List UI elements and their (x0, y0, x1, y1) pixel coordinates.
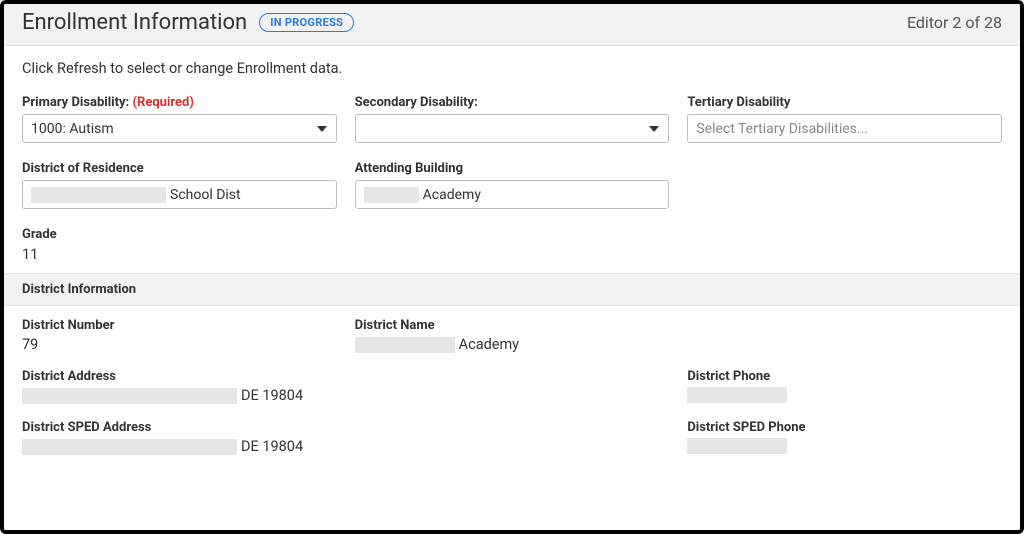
district-phone-label: District Phone (687, 369, 1002, 384)
redacted-text (687, 438, 787, 454)
district-sped-phone-value (687, 438, 1002, 454)
district-sped-address-label: District SPED Address (22, 420, 337, 435)
status-badge: IN PROGRESS (259, 13, 354, 32)
district-info-section-header: District Information (4, 273, 1020, 306)
redacted-text (22, 439, 237, 455)
primary-disability-label: Primary Disability: (Required) (22, 95, 337, 110)
grade-label: Grade (22, 227, 337, 242)
district-name-label: District Name (355, 318, 670, 333)
required-indicator: (Required) (132, 95, 194, 110)
district-address-value: DE 19804 (22, 387, 337, 404)
attending-building-label: Attending Building (355, 161, 670, 176)
district-sped-phone-label: District SPED Phone (687, 420, 1002, 435)
district-name-field: District Name Academy (355, 318, 670, 353)
district-phone-field: District Phone (687, 369, 1002, 404)
redacted-text (31, 187, 166, 203)
secondary-disability-label: Secondary Disability: (355, 95, 670, 110)
helper-text: Click Refresh to select or change Enroll… (22, 60, 1002, 77)
panel-header: Enrollment Information IN PROGRESS Edito… (4, 4, 1020, 46)
attending-building-field: Attending Building Academy (355, 161, 670, 209)
district-address-label: District Address (22, 369, 337, 384)
district-sped-address-value: DE 19804 (22, 438, 337, 455)
redacted-text (364, 187, 419, 203)
tertiary-disability-field: Tertiary Disability Select Tertiary Disa… (687, 95, 1002, 143)
primary-disability-field: Primary Disability: (Required) 1000: Aut… (22, 95, 337, 143)
district-of-residence-field: District of Residence School Dist (22, 161, 337, 209)
attending-building-input[interactable]: Academy (355, 180, 670, 209)
panel-title: Enrollment Information (22, 10, 247, 35)
secondary-disability-field: Secondary Disability: (355, 95, 670, 143)
district-name-value: Academy (355, 336, 670, 353)
redacted-text (355, 337, 455, 353)
tertiary-disability-label: Tertiary Disability (687, 95, 1002, 110)
district-of-residence-input[interactable]: School Dist (22, 180, 337, 209)
grade-field: Grade 11 (22, 227, 337, 263)
district-address-field: District Address DE 19804 (22, 369, 337, 404)
redacted-text (22, 388, 237, 404)
tertiary-disability-select[interactable]: Select Tertiary Disabilities... (687, 114, 1002, 143)
district-number-label: District Number (22, 318, 337, 333)
primary-disability-select[interactable]: 1000: Autism (22, 114, 337, 143)
district-number-value: 79 (22, 336, 337, 353)
grade-value: 11 (22, 246, 337, 263)
district-sped-phone-field: District SPED Phone (687, 420, 1002, 455)
district-number-field: District Number 79 (22, 318, 337, 353)
redacted-text (687, 387, 787, 403)
district-sped-address-field: District SPED Address DE 19804 (22, 420, 337, 455)
editor-counter: Editor 2 of 28 (907, 13, 1002, 32)
district-phone-value (687, 387, 1002, 403)
secondary-disability-select[interactable] (355, 114, 670, 143)
district-of-residence-label: District of Residence (22, 161, 337, 176)
